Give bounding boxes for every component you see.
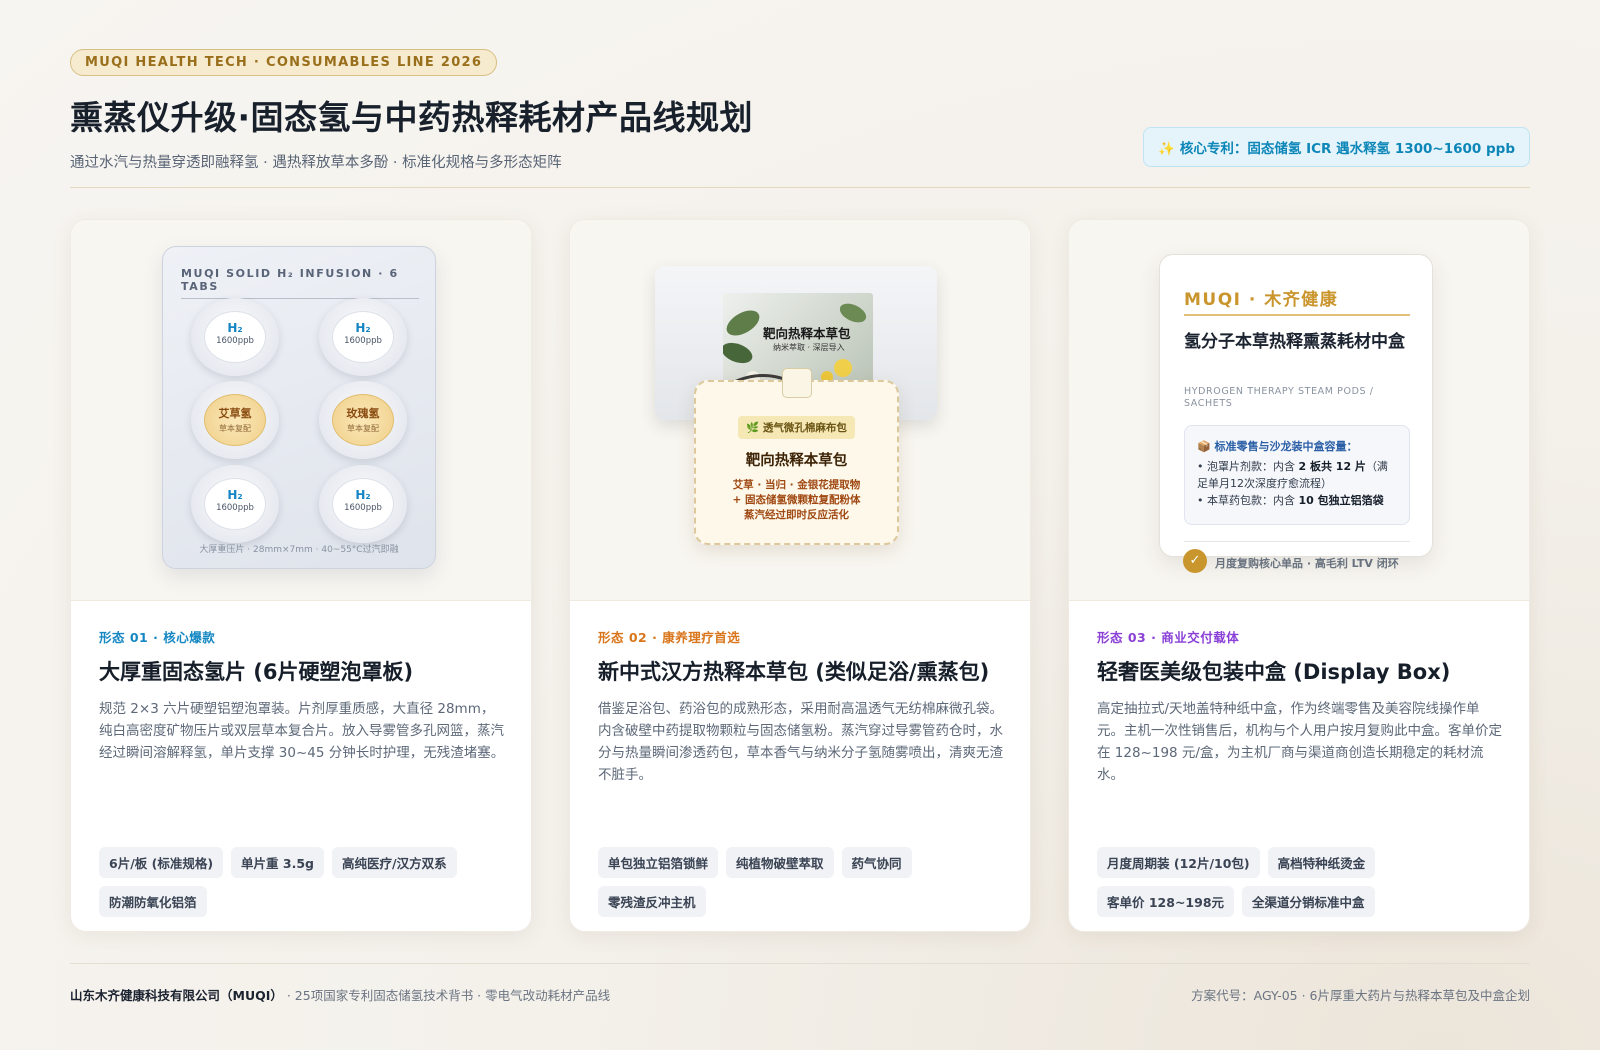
feature-chip: 单包独立铝箔锁鲜 [598, 847, 719, 878]
card-description: 规范 2×3 六片硬塑铝塑泡罩装。片剂厚重质感，大直径 28mm，纯白高密度矿物… [99, 701, 505, 761]
feature-chip: 6片/板 (标准规格) [99, 847, 224, 878]
box-title: 氢分子本草热释熏蒸耗材中盒 [1184, 332, 1405, 352]
sachet-tab [782, 368, 812, 398]
product-card-sachet: 靶向热释本草包 纳米萃取 · 深层导入 🌿 透气微孔棉麻布包 靶向热释本草包 艾… [569, 219, 1031, 932]
sachet-title: 靶向热释本草包 [745, 453, 848, 469]
sachet-visual: 靶向热释本草包 纳米萃取 · 深层导入 🌿 透气微孔棉麻布包 靶向热释本草包 艾… [570, 220, 1030, 601]
feature-chip: 单片重 3.5g [231, 847, 324, 878]
blister-footnote: 大厚重压片 · 28mm×7mm · 40~55°C过汽即融 [199, 545, 399, 555]
h2-tablet: H₂ 1600ppb [191, 298, 279, 376]
h2-tablet: H₂ 1600ppb [319, 298, 407, 376]
sachet-ingredients: 艾草 · 当归 · 金银花提取物 + 固态储氢微颗粒复配粉体 蒸汽经过即时反应活… [732, 479, 861, 521]
product-card-tablet: MUQI SOLID H₂ INFUSION · 6 TABS H₂ 1600pp… [70, 219, 532, 932]
box-caption: 月度复购核心单品 · 高毛利 LTV 闭环 [1215, 557, 1399, 570]
card-title: 新中式汉方热释本草包 (类似足浴/熏蒸包) [598, 660, 990, 684]
herb-tablet-rose: 玫瑰氢 草本复配 [319, 381, 407, 459]
feature-chip: 纯植物破壁萃取 [726, 847, 834, 878]
feature-chip: 客单价 128~198元 [1097, 886, 1235, 917]
check-icon: ✓ [1183, 549, 1207, 573]
footer-company: 山东木齐健康科技有限公司（MUQI） · 25项国家专利固态储氢技术背书 · 零… [70, 988, 611, 1003]
blister-pack: MUQI SOLID H₂ INFUSION · 6 TABS H₂ 1600pp… [162, 246, 436, 569]
display-box: MUQI · 木齐健康 氢分子本草热释熏蒸耗材中盒 HYDROGEN THERA… [1159, 254, 1433, 557]
box-english-title: HYDROGEN THERAPY STEAM PODS / SACHETS [1184, 386, 1374, 409]
card-kicker: 形态 02 · 康养理疗首选 [598, 630, 741, 645]
card-title: 大厚重固态氢片 (6片硬塑泡罩板) [99, 660, 414, 684]
header: MUQI HEALTH TECH · CONSUMABLES LINE 2026… [70, 49, 1530, 172]
box-divider [1184, 541, 1410, 542]
feature-chip: 月度周期装 (12片/10包) [1097, 847, 1260, 878]
feature-chips: 6片/板 (标准规格) 单片重 3.5g 高纯医疗/汉方双系 防潮防氧化铝箔 [99, 847, 505, 917]
footer-plan-code: 方案代号：AGY-05 · 6片厚重大药片与热释本草包及中盒企划 [1191, 988, 1530, 1003]
feature-chip: 药气协同 [841, 847, 912, 878]
card-kicker: 形态 03 · 商业交付载体 [1097, 630, 1240, 645]
product-card-display-box: MUQI · 木齐健康 氢分子本草热释熏蒸耗材中盒 HYDROGEN THERA… [1068, 219, 1530, 932]
feature-chips: 月度周期装 (12片/10包) 高档特种纸烫金 客单价 128~198元 全渠道… [1097, 847, 1503, 917]
feature-chips: 单包独立铝箔锁鲜 纯植物破壁萃取 药气协同 零残渣反冲主机 [598, 847, 1004, 917]
pack-subtitle: 纳米萃取 · 深层导入 [773, 343, 845, 352]
footer-divider [70, 963, 1530, 964]
h2-tablet: H₂ 1600ppb [319, 465, 407, 543]
brand-tag: MUQI HEALTH TECH · CONSUMABLES LINE 2026 [70, 49, 498, 76]
card-kicker: 形态 01 · 核心爆款 [99, 630, 216, 645]
blister-heading: MUQI SOLID H₂ INFUSION · 6 TABS [181, 267, 419, 299]
feature-chip: 零残渣反冲主机 [598, 886, 706, 917]
card-title: 轻奢医美级包装中盒 (Display Box) [1097, 660, 1451, 684]
patent-badge: ✨ 核心专利：固态储氢 ICR 遇水释氢 1300~1600 ppb [1143, 127, 1530, 167]
card-description: 借鉴足浴包、药浴包的成熟形态，采用耐高温透气无纺棉麻微孔袋。内含破壁中药提取物颗… [598, 701, 1003, 783]
feature-chip: 防潮防氧化铝箔 [99, 886, 207, 917]
card-description: 高定抽拉式/天地盖特种纸中盒，作为终端零售及美容院线操作单元。主机一次性销售后，… [1097, 701, 1502, 783]
herb-tablet-wormwood: 艾草氢 草本复配 [191, 381, 279, 459]
box-visual: MUQI · 木齐健康 氢分子本草热释熏蒸耗材中盒 HYDROGEN THERA… [1069, 220, 1529, 601]
h2-tablet: H₂ 1600ppb [191, 465, 279, 543]
feature-chip: 高档特种纸烫金 [1267, 847, 1376, 878]
feature-chip: 高纯医疗/汉方双系 [332, 847, 457, 878]
box-capacity-info: 📦 标准零售与沙龙装中盒容量： • 泡罩片剂款：内含 2 板共 12 片（满足单… [1184, 425, 1410, 525]
box-rule [1184, 314, 1410, 316]
cotton-sachet: 🌿 透气微孔棉麻布包 靶向热释本草包 艾草 · 当归 · 金银花提取物 + 固态… [694, 368, 899, 545]
pack-title: 靶向热释本草包 [763, 326, 851, 341]
box-brand: MUQI · 木齐健康 [1184, 290, 1339, 310]
sachet-badge: 🌿 透气微孔棉麻布包 [738, 416, 855, 439]
header-divider [70, 187, 1530, 188]
tablet-visual: MUQI SOLID H₂ INFUSION · 6 TABS H₂ 1600pp… [71, 220, 531, 601]
feature-chip: 全渠道分销标准中盒 [1242, 886, 1375, 917]
